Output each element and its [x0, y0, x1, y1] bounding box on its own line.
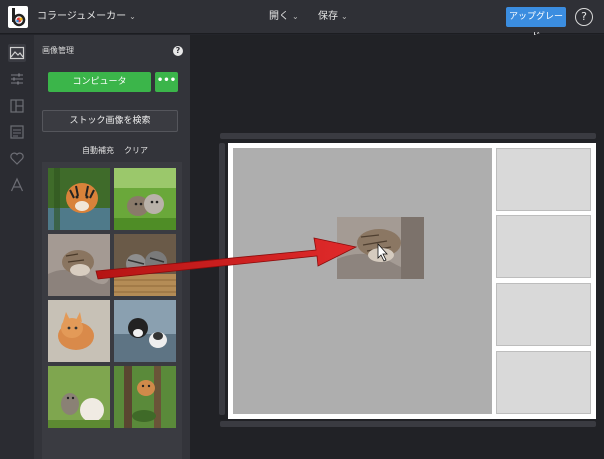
- cat-tree-photo[interactable]: [114, 366, 176, 428]
- tiger-photo[interactable]: [48, 168, 110, 230]
- text-icon[interactable]: [8, 176, 26, 194]
- canvas-workspace: [190, 35, 604, 459]
- collage-cell-2[interactable]: [496, 215, 591, 278]
- background-icon[interactable]: [8, 123, 26, 141]
- save-menu[interactable]: 保存 ⌄: [318, 7, 348, 27]
- clear-link[interactable]: クリア: [124, 145, 148, 156]
- collage-cell-3[interactable]: [496, 283, 591, 346]
- image-manager-panel: 画像管理 ? コンピュータ ••• ストック画像を検索 自動補充 クリア: [34, 35, 190, 459]
- collage-cell-main[interactable]: [233, 148, 492, 414]
- more-sources-button[interactable]: •••: [155, 72, 178, 92]
- app-switcher-label: コラージュメーカー: [37, 11, 127, 22]
- open-menu[interactable]: 開く ⌄: [269, 7, 299, 27]
- upgrade-button[interactable]: アップグレード: [506, 7, 566, 42]
- open-menu-label: 開く: [269, 11, 289, 22]
- panel-title: 画像管理: [42, 46, 74, 55]
- layout-icon[interactable]: [8, 97, 26, 115]
- thumbnail-grid: [42, 162, 182, 459]
- stock-search-button[interactable]: ストック画像を検索: [42, 110, 178, 132]
- chevron-down-icon: ⌄: [292, 12, 299, 21]
- canvas-resize-handle-left[interactable]: [219, 143, 225, 415]
- canvas-resize-handle-bottom[interactable]: [220, 421, 596, 427]
- app-switcher-menu[interactable]: コラージュメーカー ⌄: [33, 7, 140, 27]
- chevron-down-icon: ⌄: [129, 12, 136, 21]
- upload-from-computer-button[interactable]: コンピュータ: [48, 72, 151, 92]
- top-bar: コラージュメーカー⌄ 開く⌄ 保存⌄ アップグレード ?: [0, 0, 604, 42]
- dragged-photo[interactable]: [337, 217, 424, 279]
- kittens-grass-photo[interactable]: [114, 168, 176, 230]
- kitten-puppy-photo[interactable]: [48, 366, 110, 428]
- heart-icon[interactable]: [8, 149, 26, 167]
- autofill-link[interactable]: 自動補充: [82, 145, 114, 156]
- kittens-basket-photo[interactable]: [114, 234, 176, 296]
- orange-kitten-photo[interactable]: [48, 300, 110, 362]
- collage-cell-1[interactable]: [496, 148, 591, 211]
- collage-cell-4[interactable]: [496, 351, 591, 414]
- chevron-down-icon: ⌄: [341, 12, 348, 21]
- tool-rail: [0, 35, 34, 459]
- help-icon[interactable]: ?: [173, 46, 183, 56]
- black-white-kittens-photo[interactable]: [114, 300, 176, 362]
- sleeping-cat-photo[interactable]: [48, 234, 110, 296]
- image-icon[interactable]: [8, 44, 26, 62]
- app-logo-icon[interactable]: [8, 6, 28, 28]
- sliders-icon[interactable]: [8, 70, 26, 88]
- collage-canvas: [228, 143, 596, 419]
- help-button[interactable]: ?: [575, 8, 593, 26]
- save-menu-label: 保存: [318, 11, 338, 22]
- canvas-resize-handle-top[interactable]: [220, 133, 596, 139]
